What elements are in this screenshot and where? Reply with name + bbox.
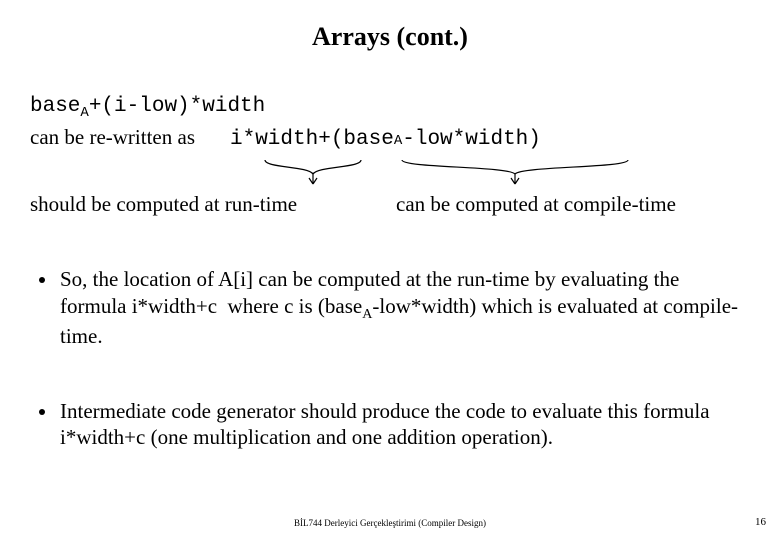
bullet-1: So, the location of A[i] can be computed… <box>58 266 750 349</box>
page-number: 16 <box>755 516 766 528</box>
brace-left <box>263 158 363 186</box>
caption-runtime: should be computed at run-time <box>30 192 297 217</box>
brace-right <box>400 158 630 186</box>
slide: Arrays (cont.) baseA+(i-low)*width can b… <box>0 0 780 540</box>
formula-line1-rest: +(i-low)*width <box>89 95 265 118</box>
formula-block: baseA+(i-low)*width can be re-written as… <box>30 90 750 154</box>
formula-sub-a: A <box>80 105 88 121</box>
expr-left: i*width <box>230 126 318 154</box>
footer-text: BİL744 Derleyici Gerçekleştirimi (Compil… <box>0 518 780 528</box>
formula-base: base <box>30 95 80 118</box>
expr-right-sub: A <box>394 132 402 151</box>
caption-row: should be computed at run-time can be co… <box>30 192 750 222</box>
expr-right-pre: (base <box>331 126 394 154</box>
formula-line-1: baseA+(i-low)*width <box>30 90 750 123</box>
page-title: Arrays (cont.) <box>30 22 750 52</box>
bullet-list: So, the location of A[i] can be computed… <box>30 266 750 450</box>
expr-right-post: -low*width) <box>402 126 541 154</box>
formula-line-2: can be re-written as i*width + (baseA-lo… <box>30 123 750 154</box>
expr-plus: + <box>318 126 331 154</box>
brace-row <box>30 158 750 188</box>
caption-compiletime: can be computed at compile-time <box>396 192 676 217</box>
bullet-2: Intermediate code generator should produ… <box>58 398 750 451</box>
rewrite-label: can be re-written as <box>30 123 195 151</box>
